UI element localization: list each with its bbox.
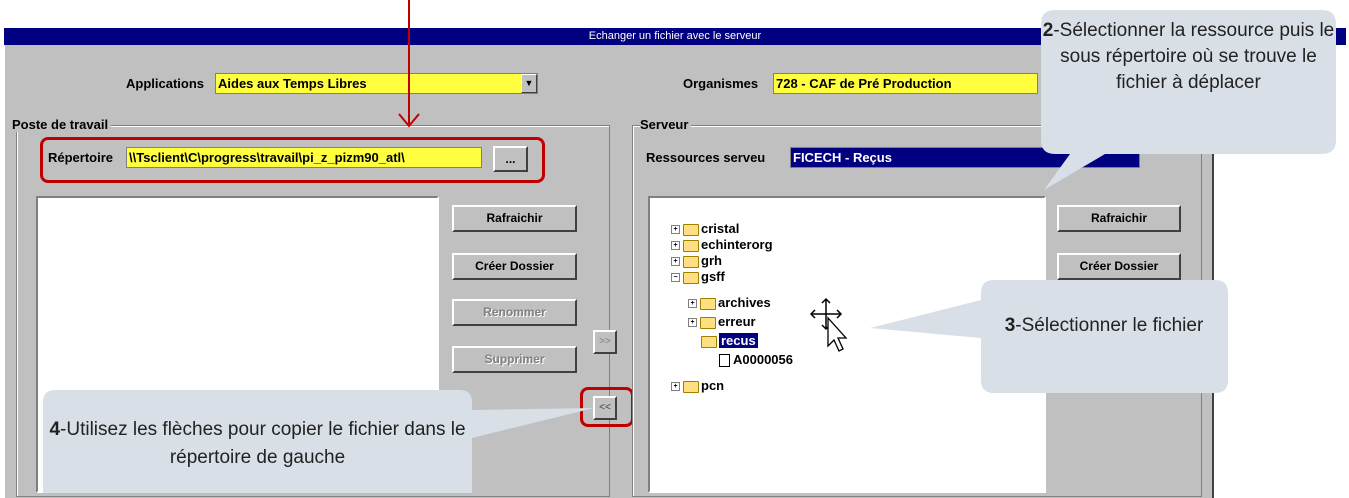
folder-icon — [683, 380, 699, 393]
copy-right-button[interactable]: >> — [593, 330, 617, 354]
folder-icon — [683, 239, 699, 252]
tree-node-recus[interactable]: recus — [701, 333, 758, 349]
organismes-select[interactable]: 728 - CAF de Pré Production — [773, 73, 1038, 94]
callout-2-num: 2 — [1042, 20, 1054, 41]
tree-node-gsff[interactable]: − gsff — [671, 269, 725, 285]
callout-4-num: 4 — [49, 419, 61, 440]
tree-node-pcn[interactable]: + pcn — [671, 378, 724, 394]
organismes-value: 728 - CAF de Pré Production — [776, 76, 952, 91]
folder-icon — [683, 223, 699, 236]
callout-2-text: 2-Sélectionner la ressource puis le sous… — [1042, 20, 1335, 93]
tree-node-file[interactable]: A0000056 — [719, 352, 793, 368]
local-refresh-button[interactable]: Rafraichir — [452, 205, 577, 232]
tree-node-echinterorg[interactable]: + echinterorg — [671, 237, 773, 253]
expand-icon[interactable]: + — [688, 318, 697, 328]
poste-group-title: Poste de travail — [12, 117, 112, 132]
highlight-repertoire — [40, 137, 545, 183]
applications-select[interactable]: Aides aux Temps Libres — [215, 73, 538, 94]
expand-icon[interactable]: + — [671, 225, 680, 235]
local-delete-button[interactable]: Supprimer — [452, 346, 577, 373]
callout-4-text: 4-Utilisez les flèches pour copier le fi… — [49, 419, 466, 468]
tree-node-erreur[interactable]: + erreur — [688, 314, 756, 330]
callout-3-num: 3 — [1004, 315, 1016, 336]
folder-icon — [701, 335, 717, 348]
callout-3-text: 3-Sélectionner le fichier — [1004, 315, 1204, 336]
ressources-label: Ressources serveu — [646, 150, 766, 165]
folder-icon — [683, 271, 699, 284]
move-cursor-icon — [809, 297, 848, 352]
expand-icon[interactable]: + — [671, 241, 680, 251]
applications-label: Applications — [126, 76, 205, 91]
folder-icon — [683, 255, 699, 268]
serveur-group-title: Serveur — [640, 117, 692, 132]
folder-icon — [700, 316, 716, 329]
organismes-label: Organismes — [683, 76, 759, 91]
red-arrow-icon — [398, 0, 420, 128]
expand-icon[interactable]: + — [671, 382, 680, 392]
tree-node-archives[interactable]: + archives — [688, 295, 771, 311]
local-rename-button[interactable]: Renommer — [452, 299, 577, 326]
tree-node-grh[interactable]: + grh — [671, 253, 722, 269]
local-create-folder-button[interactable]: Créer Dossier — [452, 253, 577, 280]
tree-node-cristal[interactable]: + cristal — [671, 221, 739, 237]
expand-icon[interactable]: + — [688, 299, 697, 309]
expand-icon[interactable]: + — [671, 257, 680, 267]
chevron-down-icon[interactable]: ▼ — [521, 74, 537, 93]
file-icon — [719, 354, 730, 368]
applications-value: Aides aux Temps Libres — [218, 76, 367, 91]
server-refresh-button[interactable]: Rafraichir — [1057, 205, 1181, 232]
collapse-icon[interactable]: − — [671, 273, 680, 283]
ressources-value: FICECH - Reçus — [793, 150, 892, 165]
folder-icon — [700, 297, 716, 310]
